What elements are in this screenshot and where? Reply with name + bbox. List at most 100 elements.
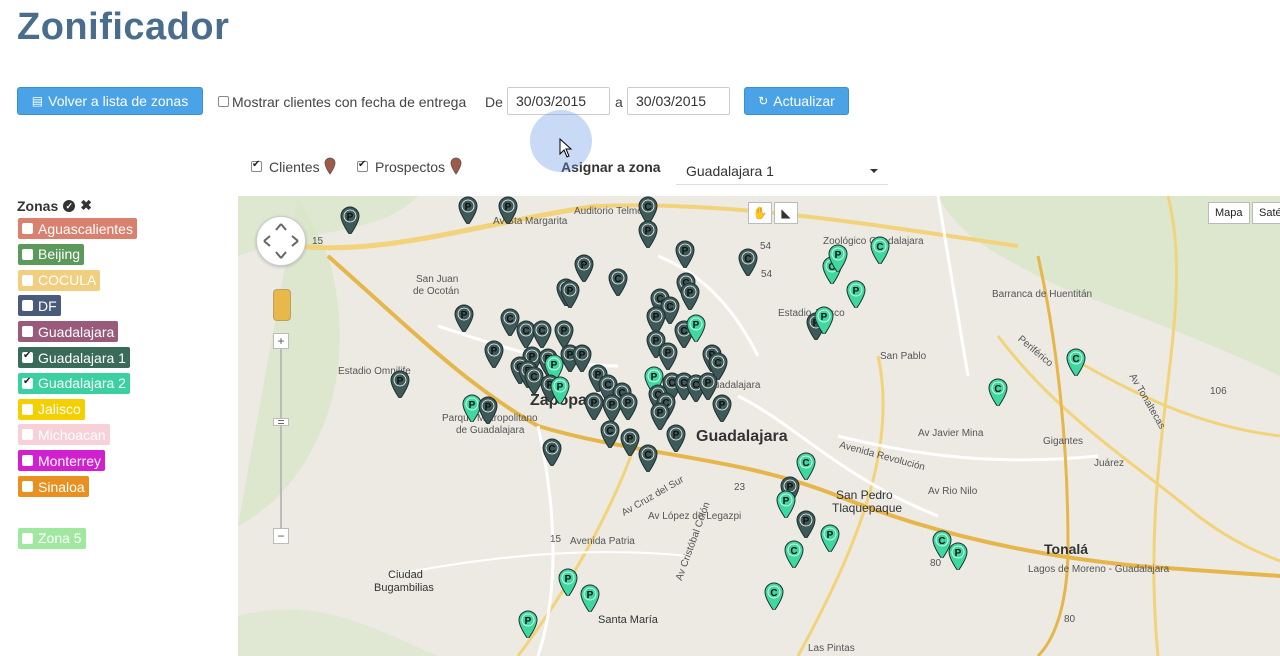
map-marker-icon[interactable]: P xyxy=(814,306,834,334)
clients-checkbox[interactable] xyxy=(251,159,262,172)
map-marker-icon[interactable]: P xyxy=(518,610,538,638)
zone-checkbox[interactable] xyxy=(22,403,33,415)
map-marker-icon[interactable]: P xyxy=(675,240,695,268)
zone-item[interactable]: Beijing xyxy=(18,243,85,265)
zone-item[interactable]: DF xyxy=(18,295,61,317)
map-marker-icon[interactable]: P xyxy=(454,304,474,332)
svg-text:P: P xyxy=(693,320,700,331)
zone-checkbox[interactable] xyxy=(22,248,33,260)
zone-item[interactable]: Sinaloa xyxy=(18,476,89,497)
map-marker-icon[interactable]: P xyxy=(820,524,840,552)
map-marker-icon[interactable]: P xyxy=(828,244,848,272)
map-marker-icon[interactable]: C xyxy=(784,540,804,568)
map-marker-icon[interactable]: P xyxy=(390,370,410,398)
map-marker-icon[interactable]: P xyxy=(584,392,604,420)
map-marker-icon[interactable]: P xyxy=(620,428,640,456)
map-marker-icon[interactable]: C xyxy=(542,438,562,466)
map-marker-icon[interactable]: P xyxy=(846,280,866,308)
svg-text:P: P xyxy=(397,376,404,387)
map-marker-icon[interactable]: P xyxy=(580,584,600,612)
show-clients-checkbox[interactable] xyxy=(218,96,229,107)
map-marker-icon[interactable]: C xyxy=(988,378,1008,406)
back-to-zones-button[interactable]: ▤ Volver a lista de zonas xyxy=(17,87,203,115)
map-marker-icon[interactable]: P xyxy=(484,340,504,368)
map-label-bugambilias: Bugambilias xyxy=(374,582,434,594)
map-marker-icon[interactable]: P xyxy=(666,424,686,452)
zone-checkbox[interactable] xyxy=(22,300,33,312)
map-road-54-b: 54 xyxy=(761,269,773,280)
map-label-de-guadalajara: de Guadalajara xyxy=(456,425,525,436)
map-marker-icon[interactable]: C xyxy=(608,268,628,296)
map-marker-icon[interactable]: P xyxy=(680,282,700,310)
map-type-satellite-button[interactable]: Saté xyxy=(1252,202,1280,224)
map-marker-icon[interactable]: C xyxy=(870,236,890,264)
zoom-out-button[interactable]: − xyxy=(273,528,289,544)
zone-item[interactable]: COCULA xyxy=(18,269,101,291)
map-marker-icon[interactable]: P xyxy=(686,314,706,342)
zone-item[interactable]: Zona 5 xyxy=(18,527,86,549)
map-marker-icon[interactable]: P xyxy=(560,280,580,308)
map-type-map-button[interactable]: Mapa xyxy=(1208,202,1250,224)
clear-all-icon[interactable]: ✖ xyxy=(80,197,92,214)
zones-heading: Zonas ✓ ✖ xyxy=(17,197,92,214)
draw-shape-icon[interactable]: ◣ xyxy=(774,202,798,224)
check-all-icon[interactable]: ✓ xyxy=(63,199,76,212)
pan-control[interactable] xyxy=(256,216,306,266)
map-marker-icon[interactable]: P xyxy=(638,220,658,248)
map-marker-icon[interactable]: C xyxy=(532,320,552,348)
map-marker-icon[interactable]: P xyxy=(618,392,638,420)
map-marker-icon[interactable]: C xyxy=(600,420,620,448)
caret-down-icon xyxy=(870,169,878,173)
map[interactable]: + = − ✋ ◣ Mapa Saté Guadalajara Zapopan … xyxy=(238,196,1280,656)
map-marker-icon[interactable]: P xyxy=(550,376,570,404)
zone-item[interactable]: Guadalajara 2 xyxy=(18,372,130,394)
prospects-checkbox[interactable] xyxy=(357,159,368,172)
zone-item[interactable]: Monterrey xyxy=(18,450,106,472)
zone-checkbox[interactable] xyxy=(22,481,33,492)
zone-item[interactable]: Jalisco xyxy=(18,398,85,420)
zone-checkbox[interactable] xyxy=(22,274,33,286)
map-marker-icon[interactable]: P xyxy=(796,510,816,538)
zoom-in-button[interactable]: + xyxy=(273,333,289,349)
zone-checkbox[interactable] xyxy=(22,455,33,467)
zone-checkbox[interactable] xyxy=(22,376,33,389)
map-marker-icon[interactable]: P xyxy=(574,254,594,282)
to-date-input[interactable] xyxy=(627,87,730,115)
map-marker-icon[interactable]: C xyxy=(764,582,784,610)
zone-label: Jalisco xyxy=(38,401,81,418)
map-marker-icon[interactable]: P xyxy=(776,490,796,518)
zoom-slider-track[interactable] xyxy=(280,341,282,536)
map-road-80-b: 80 xyxy=(1064,614,1076,625)
zone-checkbox[interactable] xyxy=(22,326,33,338)
map-marker-icon[interactable]: C xyxy=(738,248,758,276)
zone-item[interactable]: Guadalajara xyxy=(18,321,119,343)
assign-zone-select[interactable]: Guadalajara 1 xyxy=(676,157,888,185)
zone-checkbox[interactable] xyxy=(22,350,33,363)
map-marker-icon[interactable]: P xyxy=(558,568,578,596)
refresh-button[interactable]: ↻ Actualizar xyxy=(744,87,849,115)
svg-text:P: P xyxy=(579,350,586,361)
map-marker-icon[interactable]: P xyxy=(948,542,968,570)
svg-text:C: C xyxy=(530,372,537,383)
refresh-icon: ↻ xyxy=(758,94,769,108)
zone-item[interactable]: Tepic xyxy=(18,501,75,523)
map-marker-icon[interactable]: C xyxy=(1066,348,1086,376)
map-marker-icon[interactable]: P xyxy=(498,196,518,224)
hand-tool-icon[interactable]: ✋ xyxy=(748,202,772,224)
svg-text:P: P xyxy=(665,348,672,359)
map-marker-icon[interactable]: P xyxy=(712,394,732,422)
zone-checkbox[interactable] xyxy=(22,532,33,544)
zone-item[interactable]: Michoacan xyxy=(18,424,110,446)
map-marker-icon[interactable]: P xyxy=(458,196,478,224)
zone-checkbox[interactable] xyxy=(22,429,33,441)
zone-item[interactable]: Aguascalientes xyxy=(18,218,137,239)
zoom-slider-handle[interactable]: = xyxy=(273,416,289,428)
zone-checkbox[interactable] xyxy=(22,506,33,518)
map-marker-icon[interactable]: C xyxy=(638,444,658,472)
zone-item[interactable]: Guadalajara 1 xyxy=(18,347,130,368)
map-marker-icon[interactable]: P xyxy=(340,206,360,234)
zone-checkbox[interactable] xyxy=(22,223,33,234)
map-road-80-a: 80 xyxy=(930,558,942,569)
map-marker-icon[interactable]: P xyxy=(478,396,498,424)
street-view-pegman-icon[interactable] xyxy=(273,289,291,321)
